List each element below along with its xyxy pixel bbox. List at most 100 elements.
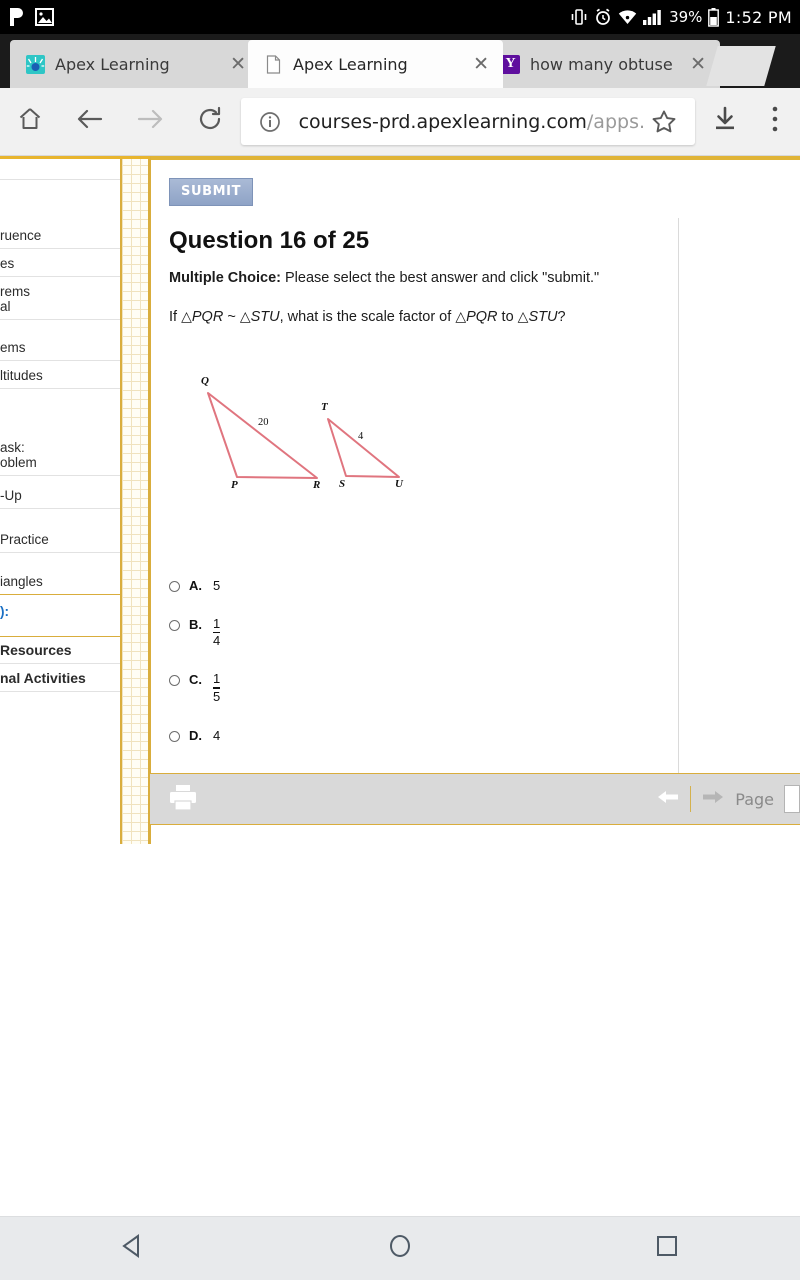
prompt-part-3: , what is the scale factor of [279,309,456,325]
choice-value-b: 1 4 [213,616,221,648]
fraction-denominator-c: 5 [213,688,221,704]
forward-button[interactable] [120,106,180,137]
prompt-part-4: to [497,309,518,325]
next-page-arrow-icon [701,790,725,810]
sidebar-item-task-problem[interactable]: ask: oblem [0,440,120,476]
side-measure-tu: 4 [358,431,364,442]
nav-back-button[interactable] [118,1231,148,1266]
radio-b[interactable] [169,620,180,631]
vertex-label-u: U [395,478,403,490]
page-navigation: Page [656,785,800,813]
sidebar-item-theorems[interactable]: rems al [0,284,120,320]
choice-b[interactable]: B. 1 4 [169,616,469,648]
download-icon [713,106,737,137]
radio-c[interactable] [169,675,180,687]
question-content-panel: SUBMIT Question 16 of 25 Multiple Choice… [150,156,800,844]
instruction-label: Multiple Choice: [169,270,281,286]
print-button[interactable] [168,783,198,816]
choice-letter-a: A. [189,578,202,593]
home-icon [17,106,43,137]
signal-icon [643,9,663,25]
status-bar-left-icons [8,7,54,27]
printer-icon [168,784,198,815]
browser-tab-title: Apex Learning [55,54,170,74]
prev-page-button[interactable] [656,788,680,811]
status-bar-right-icons: 39% 1:52 PM [570,7,792,27]
triangle-name-stu-1: STU [250,309,280,325]
android-navigation-bar [0,1216,800,1280]
sidebar-item-2[interactable]: es [0,256,120,277]
apex-favicon [26,54,45,74]
choice-value-c: 1 5 [213,672,221,704]
question-prompt: If △PQR ~ △STU, what is the scale factor… [169,308,800,325]
triangle-stu-shape [327,418,400,478]
similar-triangles-figure: Q P R 20 T S U 4 [169,375,419,505]
nav-home-circle-icon [385,1235,415,1265]
prompt-part-1: If [169,309,182,325]
triangle-name-pqr-2: PQR [466,309,498,325]
browser-tab-2[interactable]: Y how many obtuse ✕ [485,40,720,88]
tab-close-icon[interactable]: ✕ [684,53,712,76]
nav-home-button[interactable] [385,1231,415,1266]
fraction-c: 1 5 [213,672,221,704]
choice-d[interactable]: D. 4 [169,728,469,743]
vertex-label-q: Q [201,375,209,387]
side-measure-qr: 20 [258,417,269,428]
nav-recents-square-icon [652,1236,682,1265]
sidebar-item-practice[interactable]: Practice [0,532,120,553]
back-button[interactable] [60,106,120,137]
blank-page-area [0,844,800,1216]
nav-recents-button[interactable] [652,1231,682,1266]
prompt-part-2: ~ [223,309,240,325]
triangle-symbol-2: △ [239,308,251,324]
sidebar-item-resources[interactable]: Resources [0,636,120,664]
browser-tab-0[interactable]: Apex Learning ✕ [10,40,260,88]
toolstrip-separator [690,786,692,812]
battery-icon [708,7,720,27]
tab-close-icon[interactable]: ✕ [467,53,495,76]
sidebar-item-additional-activities[interactable]: nal Activities [0,671,120,692]
page-viewport: ruence es rems al ems ltitudes ask: oble… [0,156,800,844]
prev-page-arrow-icon [656,790,680,810]
triangles-svg [207,392,400,479]
choice-c[interactable]: C. 1 5 [169,672,469,703]
question-body: SUBMIT Question 16 of 25 Multiple Choice… [169,178,800,325]
submit-button[interactable]: SUBMIT [169,178,254,206]
browser-toolbar: courses-prd.apexlearning.com/apps. [0,88,800,156]
new-tab-button[interactable] [706,46,776,86]
page-label: Page [735,789,774,809]
download-button[interactable] [701,106,750,137]
next-page-button[interactable] [701,788,725,811]
choice-a[interactable]: A. 5 [169,578,469,593]
address-bar[interactable]: courses-prd.apexlearning.com/apps. [240,98,696,145]
sidebar-item-link[interactable]: ): [0,604,120,624]
url-text: courses-prd.apexlearning.com/apps. [299,111,645,133]
browser-menu-button[interactable] [750,105,800,138]
page-title: Question 16 of 25 [169,227,370,254]
star-icon[interactable] [645,109,683,135]
battery-percent-label: 39% [669,8,703,26]
prompt-part-5: ? [557,309,566,325]
triangle-name-stu-2: STU [528,309,558,325]
radio-a[interactable] [169,581,180,592]
gallery-icon [35,8,54,26]
browser-tab-1[interactable]: Apex Learning ✕ [248,40,503,88]
sidebar-item-problems[interactable]: ems [0,340,120,361]
choice-value-a: 5 [213,578,221,593]
sidebar-item-triangles[interactable]: iangles [0,574,120,595]
browser-tab-strip: Apex Learning ✕ Apex Learning ✕ Y how ma… [0,34,800,88]
android-status-bar: 39% 1:52 PM [0,0,800,34]
home-button[interactable] [0,106,60,137]
vertex-label-p: P [231,479,238,491]
radio-d[interactable] [169,730,180,742]
sidebar-item-wrap-up[interactable]: -Up [0,488,120,509]
course-sidebar: ruence es rems al ems ltitudes ask: oble… [0,156,120,844]
choice-letter-d: D. [189,727,202,743]
page-number-input[interactable] [784,785,800,813]
info-icon[interactable] [253,111,287,133]
reload-button[interactable] [180,106,240,137]
sidebar-item-0[interactable] [0,174,120,180]
sidebar-item-altitudes[interactable]: ltitudes [0,368,120,389]
sidebar-item-congruence[interactable]: ruence [0,228,120,249]
fraction-b: 1 4 [213,616,221,648]
